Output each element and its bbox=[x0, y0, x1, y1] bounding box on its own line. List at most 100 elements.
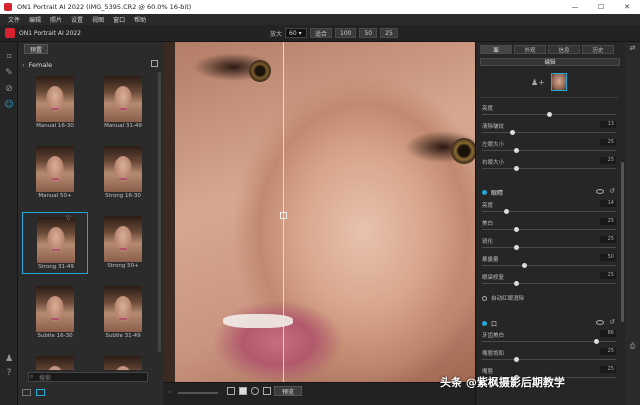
slider-value[interactable]: 25 bbox=[600, 236, 616, 243]
face-view-icon[interactable] bbox=[251, 387, 259, 395]
slider-sharpen[interactable]: 锐化 25 bbox=[482, 236, 616, 254]
menu-edit[interactable]: 编辑 bbox=[29, 15, 41, 24]
preset-thumbnail[interactable]: Subtle 31-49 bbox=[90, 282, 156, 344]
slider-teeth-whiten[interactable]: 牙齿美白 86 bbox=[482, 330, 616, 348]
maximize-button[interactable]: ☐ bbox=[588, 0, 614, 14]
image-canvas[interactable] bbox=[163, 42, 475, 382]
eye-icon[interactable] bbox=[596, 189, 604, 194]
divider-handle[interactable] bbox=[280, 212, 287, 219]
slider-value[interactable]: 50 bbox=[600, 254, 616, 261]
slider-knob[interactable] bbox=[514, 357, 519, 362]
slider-track[interactable] bbox=[482, 132, 616, 133]
tab-history[interactable]: 历史 bbox=[582, 45, 614, 54]
slider-value[interactable]: 86 bbox=[600, 330, 616, 337]
help-icon[interactable]: ? bbox=[4, 368, 14, 378]
menu-file[interactable]: 文件 bbox=[8, 15, 20, 24]
presets-tab[interactable]: 预置 bbox=[24, 44, 49, 54]
mask-view-icon[interactable] bbox=[239, 387, 247, 395]
list-view-icon[interactable] bbox=[22, 389, 31, 396]
brush-tool-icon[interactable]: ✎ bbox=[4, 68, 14, 78]
preview-button[interactable]: 预览 bbox=[274, 386, 302, 396]
favorite-icon[interactable]: ♡ bbox=[66, 215, 71, 222]
slider-track[interactable] bbox=[482, 150, 616, 151]
slider-track[interactable] bbox=[482, 168, 616, 169]
menu-view[interactable]: 视图 bbox=[92, 15, 104, 24]
slider-whiten[interactable]: 美白 25 bbox=[482, 218, 616, 236]
preset-thumbnail[interactable]: Strong 16-30 bbox=[90, 142, 156, 204]
retouch-tool-icon[interactable]: ⊘ bbox=[4, 84, 14, 94]
tab-look[interactable]: 外观 bbox=[514, 45, 546, 54]
mouth-section-header[interactable]: 口 ↺ bbox=[482, 318, 616, 328]
slider-lip-saturation[interactable]: 嘴唇饱和 25 bbox=[482, 348, 616, 366]
slider-value[interactable]: 13 bbox=[600, 121, 616, 128]
slider-value[interactable]: 25 bbox=[600, 139, 616, 146]
fit-button[interactable]: 适合 bbox=[310, 28, 333, 38]
slider-knob[interactable] bbox=[514, 148, 519, 153]
preset-thumbnail[interactable]: Subtle 16-30 bbox=[22, 282, 88, 344]
minimize-button[interactable]: — bbox=[562, 0, 588, 14]
slider-value[interactable]: 14 bbox=[600, 200, 616, 207]
preset-thumbnail[interactable] bbox=[22, 352, 88, 370]
slider-knob[interactable] bbox=[547, 112, 552, 117]
add-face-icon[interactable]: ♟+ bbox=[531, 78, 545, 87]
presets-scrollbar[interactable] bbox=[158, 72, 161, 352]
zoom-mini-slider[interactable] bbox=[178, 392, 218, 394]
slider-value[interactable]: 25 bbox=[600, 218, 616, 225]
zoom-50-button[interactable]: 50 bbox=[359, 28, 378, 38]
reset-icon[interactable]: ↺ bbox=[609, 318, 615, 326]
section-toggle-icon[interactable] bbox=[482, 320, 487, 326]
slider-track[interactable] bbox=[482, 359, 616, 360]
zoom-25-button[interactable]: 25 bbox=[380, 28, 398, 38]
eyes-section-header[interactable]: 眼睛 ↺ bbox=[482, 187, 616, 197]
tab-face[interactable]: 面 bbox=[480, 45, 512, 54]
face-tool-icon[interactable]: ☺ bbox=[4, 100, 14, 110]
chevron-left-icon[interactable]: ‹ bbox=[22, 61, 25, 69]
slider-value[interactable]: 25 bbox=[600, 366, 616, 373]
preset-thumbnail[interactable]: Manual 50+ bbox=[22, 142, 88, 204]
slider-knob[interactable] bbox=[522, 263, 527, 268]
crop-tool-icon[interactable]: ⌗ bbox=[4, 52, 14, 62]
preset-thumbnail[interactable]: Manual 16-30 bbox=[22, 72, 88, 134]
radio-icon[interactable] bbox=[482, 295, 487, 301]
preset-category-header[interactable]: ‹ Female bbox=[22, 59, 158, 70]
slider-knob[interactable] bbox=[594, 339, 599, 344]
preset-thumbnail-selected[interactable]: ♡ Strong 31-49 bbox=[22, 212, 88, 274]
slider-track[interactable] bbox=[482, 211, 616, 212]
slider-value[interactable]: 25 bbox=[600, 157, 616, 164]
section-toggle-icon[interactable] bbox=[482, 189, 487, 195]
zoom-select[interactable]: 60 ▾ bbox=[285, 28, 308, 38]
menu-photo[interactable]: 照片 bbox=[50, 15, 62, 24]
slider-knob[interactable] bbox=[514, 245, 519, 250]
slider-track[interactable] bbox=[482, 283, 616, 284]
slider-knob[interactable] bbox=[504, 209, 509, 214]
menu-help[interactable]: 帮助 bbox=[134, 15, 146, 24]
slider-right-eye-size[interactable]: 右眼大小 25 bbox=[482, 157, 616, 175]
print-icon[interactable]: ⎙ bbox=[628, 342, 637, 351]
reset-icon[interactable]: ↺ bbox=[609, 187, 615, 195]
preset-thumbnail[interactable]: Manual 31-49 bbox=[90, 72, 156, 134]
face-thumbnail[interactable] bbox=[550, 73, 567, 91]
slider-eye-brightness[interactable]: 亮度 14 bbox=[482, 200, 616, 218]
auto-redeye-option[interactable]: 自动红眼消除 bbox=[482, 294, 616, 302]
edit-subtab[interactable]: 编辑 bbox=[480, 58, 620, 66]
slider-knob[interactable] bbox=[514, 281, 519, 286]
slider-brightness[interactable]: 亮度 bbox=[482, 104, 616, 121]
zoom-100-button[interactable]: 100 bbox=[335, 28, 357, 38]
preset-search-input[interactable]: 搜索 bbox=[28, 372, 148, 382]
menu-settings[interactable]: 设置 bbox=[71, 15, 83, 24]
close-button[interactable]: ✕ bbox=[614, 0, 640, 14]
panel-toggle-icon[interactable]: ⇄ bbox=[628, 44, 637, 53]
slider-value[interactable]: 25 bbox=[600, 348, 616, 355]
preset-thumbnail[interactable] bbox=[90, 352, 156, 370]
slider-knob[interactable] bbox=[510, 130, 515, 135]
slider-value[interactable]: 25 bbox=[600, 272, 616, 279]
menu-window[interactable]: 窗口 bbox=[113, 15, 125, 24]
grid-view-icon[interactable] bbox=[151, 60, 158, 67]
square-view-icon[interactable] bbox=[227, 387, 235, 395]
eye-icon[interactable] bbox=[596, 320, 604, 325]
user-icon[interactable]: ♟ bbox=[4, 354, 14, 364]
tab-info[interactable]: 信息 bbox=[548, 45, 580, 54]
slider-track[interactable] bbox=[482, 247, 616, 248]
compare-view-icon[interactable] bbox=[263, 387, 271, 395]
slider-wrinkles[interactable]: 清除皱纹 13 bbox=[482, 121, 616, 139]
